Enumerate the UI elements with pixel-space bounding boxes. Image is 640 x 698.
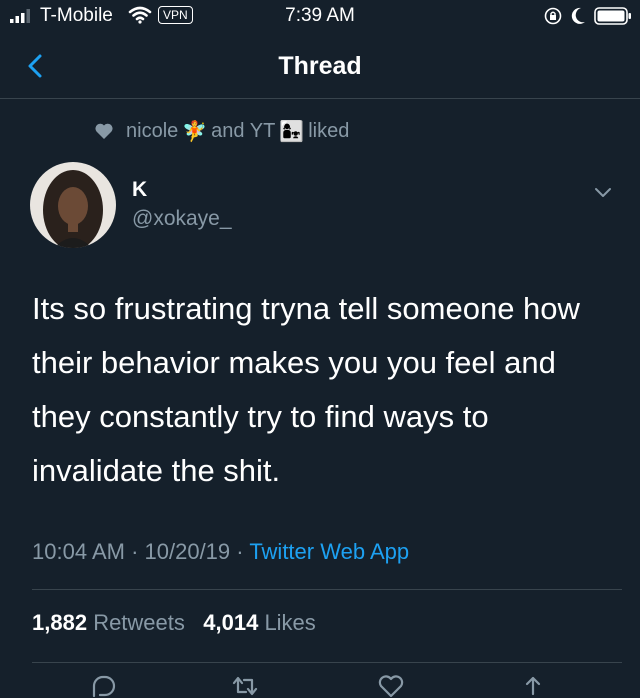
heart-icon xyxy=(95,123,113,139)
divider xyxy=(32,589,622,590)
tweet-date: 10/20/19 xyxy=(144,539,231,564)
user-handle[interactable]: @xokaye_ xyxy=(132,207,232,231)
likes-label: Likes xyxy=(264,610,316,635)
tweet-source-link[interactable]: Twitter Web App xyxy=(249,539,409,564)
liked-label: liked xyxy=(308,119,350,142)
retweets-label: Retweets xyxy=(93,610,185,635)
tweet-stats: 1,882 Retweets 4,014 Likes xyxy=(32,610,316,636)
rotation-lock-icon xyxy=(544,7,562,25)
chevron-down-icon[interactable] xyxy=(592,182,614,202)
display-name[interactable]: K xyxy=(132,178,147,202)
social-context[interactable]: nicole 🧚 and YT 👩‍👧 liked xyxy=(94,118,349,144)
retweets-stat[interactable]: 1,882 Retweets xyxy=(32,610,185,635)
nav-bar: Thread xyxy=(0,34,640,99)
liker-name: nicole xyxy=(126,119,179,142)
tweet-text: Its so frustrating tryna tell someone ho… xyxy=(32,291,580,488)
heart-icon[interactable] xyxy=(376,674,406,698)
share-icon[interactable] xyxy=(518,674,548,698)
avatar[interactable] xyxy=(30,162,116,248)
avatar-image xyxy=(30,162,116,248)
retweets-count: 1,882 xyxy=(32,610,88,635)
divider xyxy=(32,662,622,663)
tweet-time: 10:04 AM xyxy=(32,539,125,564)
likes-count: 4,014 xyxy=(203,610,259,635)
meta-separator: · xyxy=(230,539,250,564)
retweet-icon[interactable] xyxy=(230,674,260,698)
tweet-meta: 10:04 AM · 10/20/19 · Twitter Web App xyxy=(32,539,409,565)
action-bar xyxy=(0,668,640,698)
meta-separator: · xyxy=(124,539,145,564)
status-bar: T-Mobile VPN 7:39 AM xyxy=(0,0,640,34)
battery-icon xyxy=(594,7,631,25)
likes-stat[interactable]: 4,014 Likes xyxy=(203,610,316,635)
reply-icon[interactable] xyxy=(88,674,118,698)
fairy-emoji: 🧚 xyxy=(182,120,208,143)
moon-icon xyxy=(571,7,585,24)
family-emoji: 👩‍👧 xyxy=(279,120,305,143)
liker-connector: and YT xyxy=(211,119,276,142)
page-title: Thread xyxy=(278,52,362,80)
